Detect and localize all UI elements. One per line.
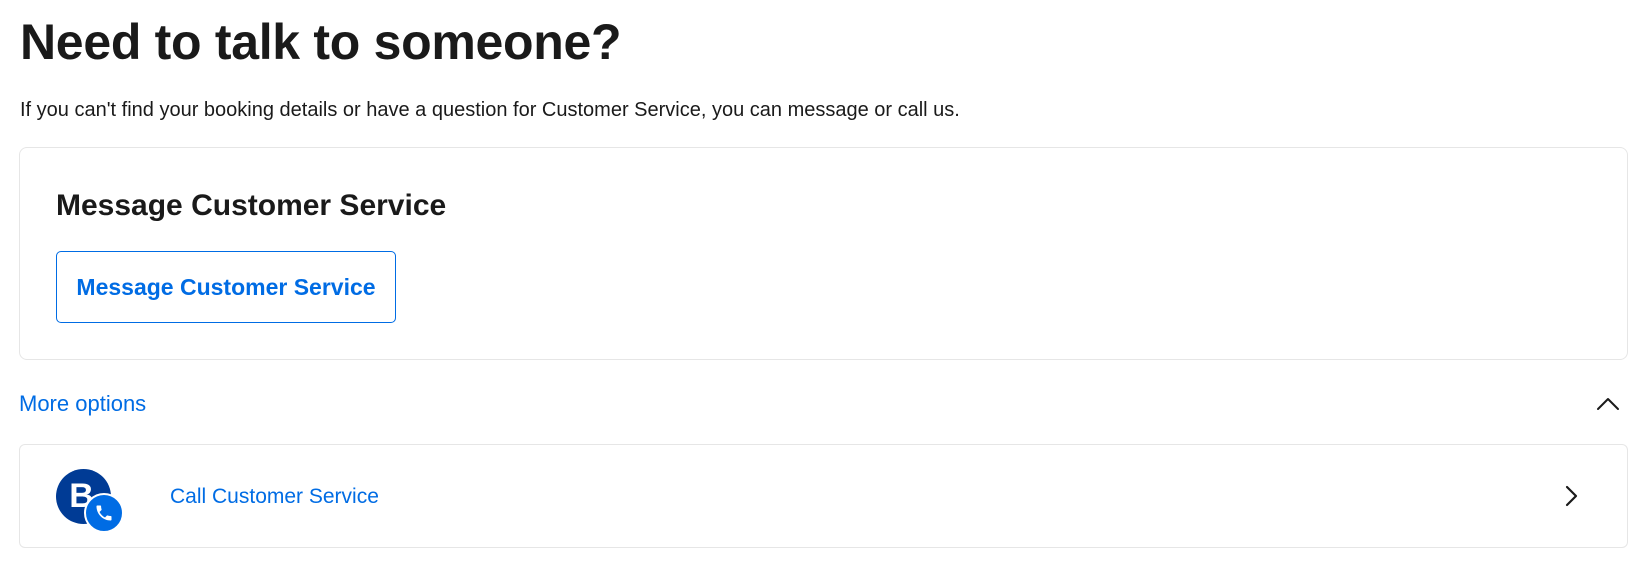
message-customer-service-card: Message Customer Service Message Custome… [19,147,1628,360]
page-title: Need to talk to someone? [20,14,622,70]
contact-page: Need to talk to someone? If you can't fi… [0,0,1645,566]
call-customer-service-option[interactable]: B Call Customer Service [19,444,1628,548]
message-card-title: Message Customer Service [56,189,447,222]
call-customer-service-link[interactable]: Call Customer Service [170,484,379,510]
message-customer-service-button[interactable]: Message Customer Service [56,251,396,323]
call-avatar: B [56,469,124,537]
more-options-toggle[interactable]: More options [19,382,1628,426]
chevron-up-icon[interactable] [1596,392,1620,416]
intro-text: If you can't find your booking details o… [20,99,960,121]
more-options-link[interactable]: More options [19,390,146,418]
phone-glyph-icon [96,505,112,521]
chevron-right-icon [1565,485,1578,507]
phone-icon [84,493,124,533]
